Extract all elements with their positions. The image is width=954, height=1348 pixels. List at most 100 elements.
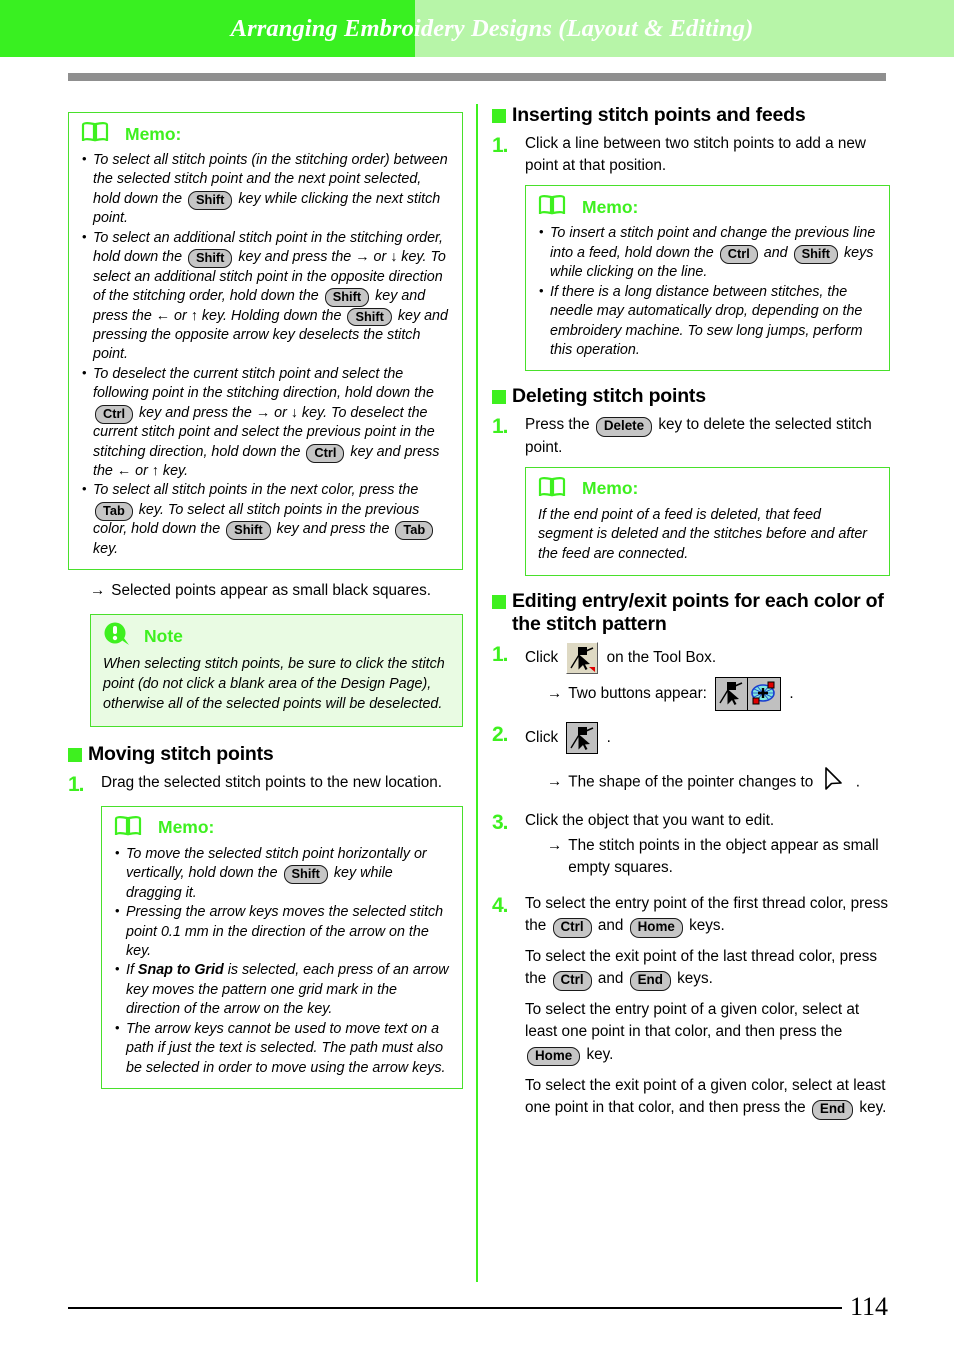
memo-label: Memo:: [125, 123, 182, 144]
result-text: Two buttons appear:: [568, 684, 707, 702]
step-text: Click a line between two stitch points t…: [525, 135, 866, 175]
result-text: The stitch points in the object appear a…: [568, 837, 879, 877]
step-body: To select the entry point of the first t…: [525, 893, 890, 1120]
stitch-select-tool-icon[interactable]: [748, 677, 781, 710]
bullet-square-icon: [492, 594, 506, 609]
memo-header: Memo:: [81, 121, 450, 147]
page-title: Arranging Embroidery Designs (Layout & E…: [230, 15, 754, 42]
result-line-pointer-shape: → The shape of the pointer changes to .: [547, 766, 890, 799]
exclamation-icon: [103, 622, 133, 651]
tool-button-pair: [715, 676, 782, 711]
left-column: Memo: To select all stitch points (in th…: [68, 104, 463, 1099]
step-paragraph: To select the exit point of the last thr…: [525, 946, 890, 991]
result-period: .: [789, 684, 794, 702]
memo-item-list: To insert a stitch point and change the …: [538, 223, 877, 360]
memo-list-item: To deselect the current stitch point and…: [81, 364, 450, 482]
right-arrow-icon: →: [90, 582, 106, 600]
bold-term: Snap to Grid: [137, 962, 224, 979]
step-editing-3: 3. Click the object that you want to edi…: [492, 810, 890, 883]
keycap-end: End: [811, 1099, 854, 1120]
page-number: 114: [841, 1288, 892, 1326]
stitch-edit-tool-icon[interactable]: [566, 721, 599, 754]
memo-item-list: To select all stitch points (in the stit…: [81, 150, 450, 559]
section-heading-text: Deleting stitch points: [512, 385, 706, 408]
step-paragraph: To select the entry point of the first t…: [525, 893, 890, 938]
keycap-ctrl: Ctrl: [306, 443, 345, 463]
right-arrow-icon: →: [547, 684, 563, 702]
bullet-square-icon: [492, 109, 506, 123]
result-line-empty-squares: → The stitch points in the object appear…: [547, 835, 890, 879]
result-text: The shape of the pointer changes to: [568, 773, 814, 791]
stitch-edit-tool-icon[interactable]: [566, 641, 599, 674]
memo-header: Memo:: [538, 194, 877, 220]
step-trail-text: .: [606, 728, 611, 746]
step-text: Click the object that you want to edit.: [525, 812, 775, 830]
step-moving-1: 1. Drag the selected stitch points to th…: [68, 772, 463, 798]
keycap-shift: Shift: [188, 249, 233, 269]
bullet-square-icon: [492, 390, 506, 405]
header-divider-rule: [68, 73, 886, 81]
result-text: Selected points appear as small black sq…: [111, 582, 432, 600]
keycap-shift: Shift: [283, 865, 328, 885]
note-label: Note: [144, 626, 183, 647]
book-icon: [114, 815, 142, 841]
keycap-ctrl: Ctrl: [552, 917, 592, 938]
step-number: 2.: [492, 722, 509, 746]
memo-list-item: To insert a stitch point and change the …: [538, 223, 877, 282]
keycap-delete: Delete: [595, 417, 653, 438]
memo-list-item: The arrow keys cannot be used to move te…: [114, 1019, 450, 1078]
book-icon: [538, 194, 566, 220]
result-period: .: [855, 773, 860, 791]
step-paragraph: To select the exit point of a given colo…: [525, 1075, 890, 1120]
memo-label: Memo:: [158, 817, 215, 838]
step-trail-text: on the Tool Box.: [606, 648, 717, 666]
pointer-arrow-icon: [823, 766, 845, 799]
step-number: 1.: [492, 415, 509, 439]
step-number: 3.: [492, 811, 509, 835]
section-heading-moving-stitch-points: Moving stitch points: [68, 743, 463, 766]
step-number: 1.: [492, 642, 509, 666]
keycap-ctrl: Ctrl: [719, 244, 758, 264]
memo-list-item: If Snap to Grid is selected, each press …: [114, 960, 450, 1019]
note-header: Note: [103, 622, 450, 651]
stitch-edit-tool-icon[interactable]: [716, 677, 749, 710]
result-line-selected-points: → Selected points appear as small black …: [90, 580, 463, 602]
section-heading-text: Moving stitch points: [88, 742, 274, 765]
column-divider: [476, 104, 478, 1282]
step-number: 1.: [68, 772, 85, 796]
book-icon: [538, 476, 566, 502]
step-lead-text: Click: [525, 728, 559, 746]
page-header-band: Arranging Embroidery Designs (Layout & E…: [0, 0, 954, 57]
step-body: Click a line between two stitch points t…: [525, 133, 890, 177]
step-body: Click the object that you want to edit. …: [525, 810, 890, 883]
keycap-shift: Shift: [324, 288, 370, 308]
keycap-shift: Shift: [347, 307, 392, 327]
step-text: Drag the selected stitch points to the n…: [101, 773, 442, 791]
step-lead-text: Click: [525, 648, 559, 666]
step-body: Click on the Tool Box. → Two buttons app…: [525, 641, 890, 714]
bullet-square-icon: [68, 747, 82, 762]
footer-rule: [68, 1307, 886, 1309]
section-heading-text: Editing entry/exit points for each color…: [512, 589, 884, 635]
memo-box-moving-stitch-points: Memo: To move the selected stitch point …: [101, 805, 463, 1090]
keycap-end: End: [629, 971, 671, 991]
memo-text: If the end point of a feed is deleted, t…: [538, 506, 868, 563]
memo-list-item: To select all stitch points (in the stit…: [81, 150, 450, 229]
right-arrow-icon: →: [547, 837, 563, 855]
step-inserting-1: 1. Click a line between two stitch point…: [492, 133, 890, 177]
step-paragraph: To select the entry point of a given col…: [525, 999, 890, 1067]
memo-list-item: Pressing the arrow keys moves the select…: [114, 902, 450, 961]
keycap-tab: Tab: [395, 521, 434, 541]
memo-list-item: To move the selected stitch point horizo…: [114, 844, 450, 903]
step-editing-4: 4. To select the entry point of the firs…: [492, 893, 890, 1120]
memo-box-inserting-stitch-points: Memo: To insert a stitch point and chang…: [525, 185, 890, 372]
step-editing-2: 2. Click . → The shape of the pointer ch…: [492, 721, 890, 802]
note-box-selecting-stitch-points: Note When selecting stitch points, be su…: [90, 614, 463, 727]
keycap-ctrl: Ctrl: [552, 971, 592, 991]
memo-item-list: To move the selected stitch point horizo…: [114, 844, 450, 1078]
memo-header: Memo:: [538, 476, 877, 502]
keycap-home: Home: [527, 1046, 581, 1067]
keycap-shift: Shift: [188, 190, 233, 210]
keycap-shift: Shift: [226, 521, 271, 541]
step-number: 4.: [492, 893, 509, 917]
